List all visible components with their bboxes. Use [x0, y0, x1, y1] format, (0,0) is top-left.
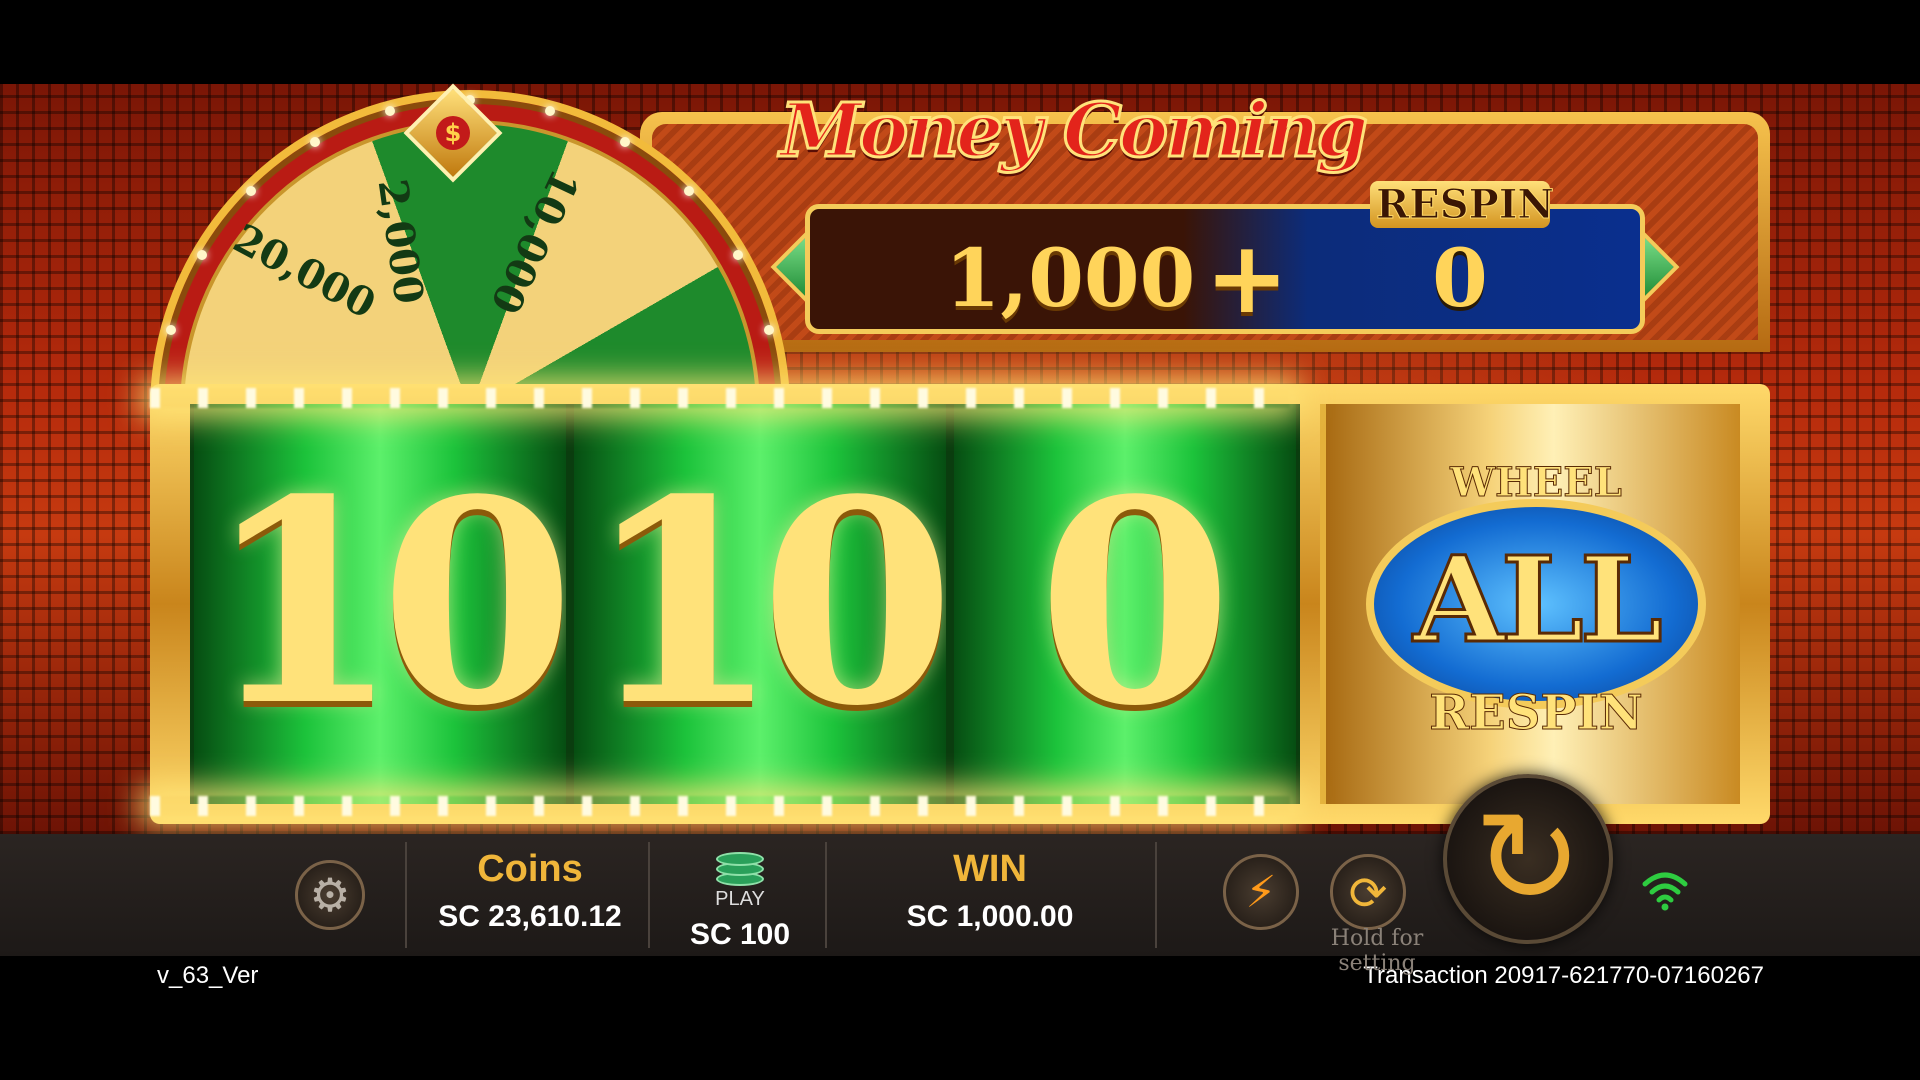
turbo-button[interactable]: ⚡ — [1223, 854, 1299, 930]
wifi-icon — [1642, 872, 1688, 911]
divider — [405, 842, 407, 948]
wheel-all-respin-emblem: WHEEL ALL RESPIN — [1366, 459, 1706, 742]
wheel-light — [545, 105, 556, 116]
wheel-light — [684, 185, 695, 196]
dollar-icon: $ — [436, 116, 470, 150]
coins-label: Coins — [477, 848, 583, 890]
wheel-light — [196, 250, 207, 260]
emblem-wheel-text: WHEEL — [1450, 459, 1623, 507]
divider — [648, 842, 650, 948]
game-logo: Money Coming — [778, 87, 1369, 176]
settings-button[interactable]: ⚙ — [295, 860, 365, 930]
autoplay-icon: ⟳ — [1348, 866, 1388, 920]
respin-value: 0 — [1432, 231, 1488, 325]
sparkle-lights-bottom — [150, 796, 1290, 816]
coins-value: SC 23,610.12 — [438, 900, 622, 933]
bet-amount: SC 100 — [689, 918, 791, 951]
wheel-light — [165, 324, 176, 335]
reel-2: 10 — [570, 404, 950, 804]
reel-3: 0 — [950, 404, 1300, 804]
gear-icon: ⚙ — [309, 868, 351, 922]
reel-1: 10 — [190, 404, 570, 804]
lightning-icon: ⚡ — [1245, 867, 1277, 918]
bonus-reel: WHEEL ALL RESPIN — [1320, 404, 1740, 804]
divider — [1155, 842, 1157, 948]
win-label: WIN — [953, 848, 1027, 890]
spin-button[interactable]: ↻ — [1443, 774, 1613, 944]
counter-value: 1,000 — [944, 231, 1196, 325]
divider — [825, 842, 827, 948]
wheel-light — [245, 185, 256, 196]
respin-label: RESPIN — [1370, 181, 1554, 229]
emblem-all-text: ALL — [1412, 530, 1665, 669]
autoplay-button[interactable]: ⟳ — [1330, 854, 1406, 930]
plus-icon: + — [1205, 219, 1289, 336]
sparkle-lights-top — [150, 388, 1290, 408]
spin-icon: ↻ — [1473, 782, 1583, 934]
reel-1-symbol: 10 — [205, 439, 566, 768]
version-label: v_63_Ver — [157, 962, 259, 989]
counter-frame: 1,000 + RESPIN 0 — [805, 181, 1645, 336]
wheel-light — [310, 136, 320, 147]
play-label: PLAY — [715, 888, 765, 910]
reel-2-symbol: 10 — [585, 439, 946, 768]
wheel-light — [384, 105, 395, 116]
control-bar: ⚙ Coins SC 23,610.12 PLAY SC 100 WIN SC … — [0, 774, 1920, 976]
win-value: SC 1,000.00 — [906, 900, 1074, 933]
chips-icon — [716, 848, 764, 888]
reel-3-symbol: 0 — [1037, 439, 1233, 768]
hold-for-setting-hint: Hold for setting — [1330, 926, 1424, 976]
counter-bar: 1,000 + RESPIN 0 — [770, 181, 1680, 336]
wheel-light — [620, 136, 630, 147]
emblem-respin-text: RESPIN — [1429, 685, 1644, 742]
